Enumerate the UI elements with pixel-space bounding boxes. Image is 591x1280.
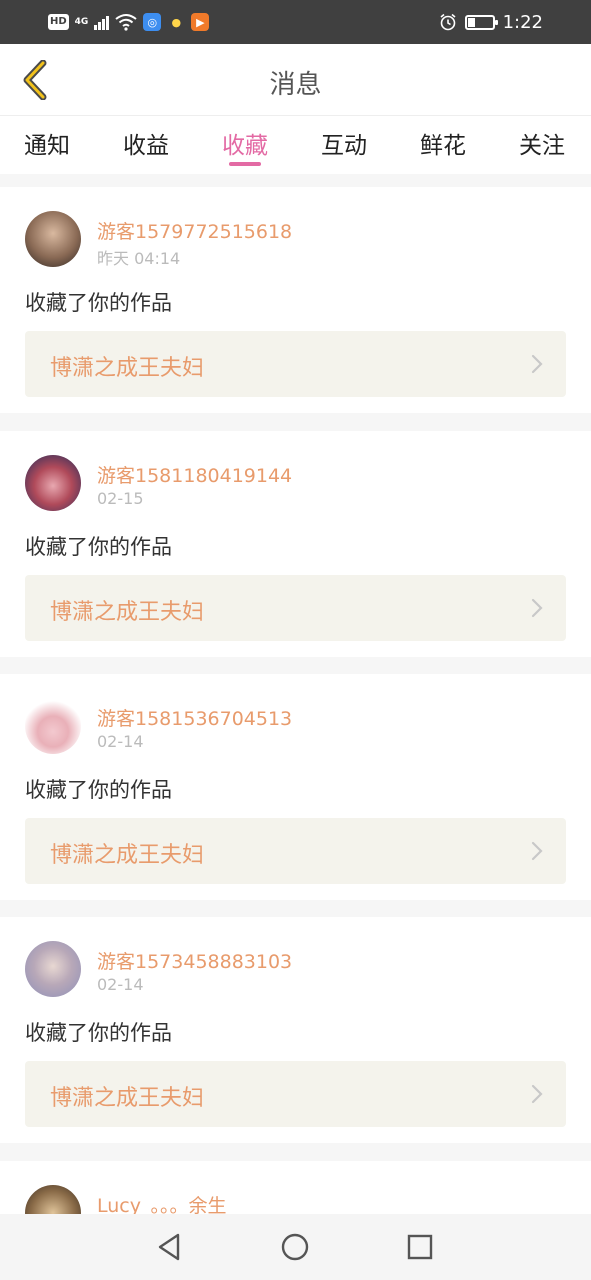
recents-square-icon[interactable] [403,1230,437,1264]
avatar[interactable] [25,211,81,267]
chevron-right-icon [531,841,543,861]
tab-bar: 通知 收益 收藏 互动 鲜花 关注 [0,116,591,174]
clock: 1:22 [502,11,543,33]
timestamp: 02-14 [97,732,144,751]
play-app-icon: ▶ [191,13,210,31]
message-card: 游客1581536704513 02-14 收藏了你的作品 博潇之成王夫妇 [0,674,591,900]
tab-notifications[interactable]: 通知 [24,126,70,160]
active-tab-indicator [229,162,261,166]
avatar[interactable] [25,941,81,997]
status-right: 1:22 [439,11,543,33]
message-card: 游客1581180419144 02-15 收藏了你的作品 博潇之成王夫妇 [0,431,591,657]
work-link[interactable]: 博潇之成王夫妇 [25,1061,566,1127]
username[interactable]: 游客1581180419144 [97,461,292,488]
username[interactable]: 游客1581536704513 [97,704,292,731]
work-title: 博潇之成王夫妇 [50,600,205,625]
message-card: 游客1579772515618 昨天 04:14 收藏了你的作品 博潇之成王夫妇 [0,187,591,413]
back-triangle-icon[interactable] [152,1230,186,1264]
message-card: 游客1573458883103 02-14 收藏了你的作品 博潇之成王夫妇 [0,917,591,1143]
work-title: 博潇之成王夫妇 [50,1086,205,1111]
work-title: 博潇之成王夫妇 [50,356,205,381]
action-text: 收藏了你的作品 [25,535,172,559]
timestamp: 昨天 04:14 [97,249,181,268]
work-link[interactable]: 博潇之成王夫妇 [25,818,566,884]
status-left: HD 4G ◎ ● ▶ [48,11,210,33]
action-text: 收藏了你的作品 [25,778,172,802]
status-bar: HD 4G ◎ ● ▶ 1:22 [0,0,591,44]
work-link[interactable]: 博潇之成王夫妇 [25,575,566,641]
timestamp: 02-14 [97,975,144,994]
system-nav-bar [0,1214,591,1280]
timestamp: 02-15 [97,489,144,508]
tab-favorites[interactable]: 收藏 [222,126,268,160]
alarm-icon [440,13,456,31]
tab-interactions[interactable]: 互动 [321,126,367,160]
action-text: 收藏了你的作品 [25,291,172,315]
work-title: 博潇之成王夫妇 [50,843,205,868]
app-icon: ◎ [143,13,162,31]
chevron-right-icon [531,354,543,374]
home-circle-icon[interactable] [278,1230,312,1264]
avatar[interactable] [25,698,81,754]
tab-earnings[interactable]: 收益 [123,126,169,160]
username[interactable]: 游客1579772515618 [97,217,292,244]
chevron-right-icon [531,1084,543,1104]
work-link[interactable]: 博潇之成王夫妇 [25,331,566,397]
hd-icon: HD [48,14,69,30]
wifi-icon [115,14,137,31]
signal-icon [94,14,110,30]
app-header: 消息 [0,44,591,116]
action-text: 收藏了你的作品 [25,1021,172,1045]
network-type: 4G [74,17,89,27]
page-title: 消息 [269,70,322,100]
tab-follows[interactable]: 关注 [519,126,565,160]
battery-icon [464,14,498,30]
tab-flowers[interactable]: 鲜花 [420,126,466,160]
message-card: Lucy_。。。余生 [0,1161,591,1221]
username[interactable]: 游客1573458883103 [97,947,292,974]
chevron-right-icon [531,598,543,618]
bulb-icon: ● [171,15,182,29]
avatar[interactable] [25,455,81,511]
